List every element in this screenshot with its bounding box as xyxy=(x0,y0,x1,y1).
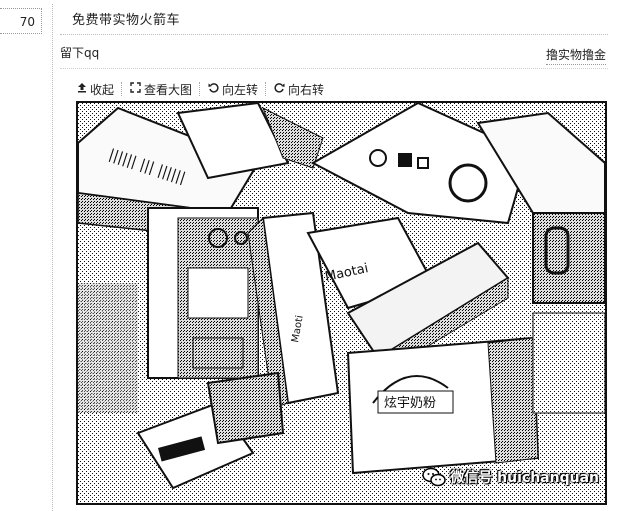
column-divider xyxy=(52,4,53,511)
view-large-button[interactable]: 查看大图 xyxy=(126,81,196,98)
rotate-left-icon xyxy=(208,82,219,96)
upload-arrow-icon xyxy=(77,82,87,96)
toolbar-separator xyxy=(121,82,123,96)
rotate-right-icon xyxy=(274,82,285,96)
rotate-right-label: 向右转 xyxy=(288,82,325,97)
watermark-text: 微信号 huichanquan xyxy=(450,470,599,486)
collapse-label: 收起 xyxy=(90,82,115,97)
post-image[interactable]: |||||| ||| |||||| Maoti Maotai 炫宇奶粉 微信号 … xyxy=(76,101,607,505)
post-body: 留下qq xyxy=(60,46,100,60)
rotate-left-button[interactable]: 向左转 xyxy=(204,81,262,98)
floor-number: 70 xyxy=(0,8,42,34)
post-title: 免费带实物火箭车 xyxy=(72,13,181,28)
collapse-button[interactable]: 收起 xyxy=(73,81,118,98)
rotate-left-label: 向左转 xyxy=(222,82,259,97)
box-text-milk: 炫宇奶粉 xyxy=(384,395,436,411)
toolbar-separator xyxy=(199,82,201,96)
wechat-watermark: 微信号 huichanquan xyxy=(422,467,599,487)
toolbar-separator xyxy=(265,82,267,96)
category-tag-link[interactable]: 撸实物撸金 xyxy=(545,46,606,65)
title-divider xyxy=(60,34,608,35)
wechat-logo-icon xyxy=(422,467,447,487)
rotate-right-button[interactable]: 向右转 xyxy=(270,81,328,98)
view-large-label: 查看大图 xyxy=(144,82,193,97)
floor-number-text: 70 xyxy=(19,15,35,29)
image-toolbar: 收起 查看大图 向左转 向右转 xyxy=(73,80,328,98)
boxes-photo-illustration: |||||| ||| |||||| Maoti Maotai 炫宇奶粉 xyxy=(78,103,605,503)
body-divider xyxy=(60,68,608,69)
expand-icon xyxy=(130,82,141,96)
